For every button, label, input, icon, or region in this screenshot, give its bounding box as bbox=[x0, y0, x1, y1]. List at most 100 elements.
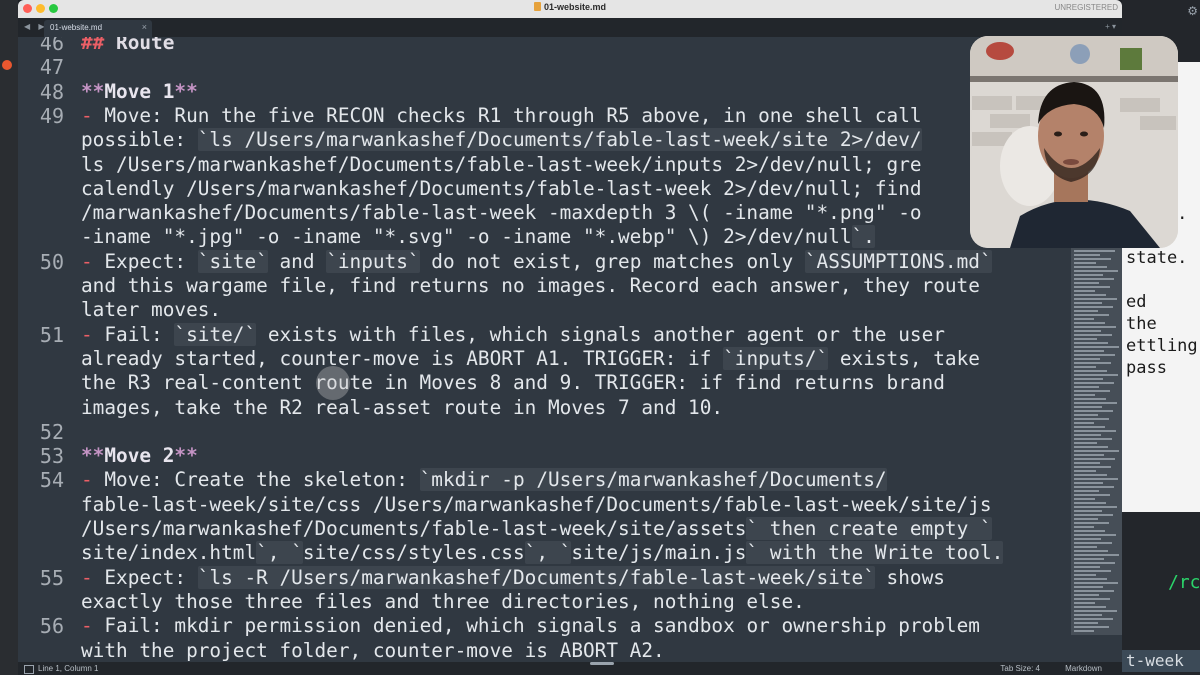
minimap-stripe bbox=[1074, 490, 1099, 492]
minimap-stripe bbox=[1074, 494, 1110, 496]
background-text-fragment: state. bbox=[1126, 248, 1188, 268]
cursor-position[interactable]: Line 1, Column 1 bbox=[38, 664, 98, 673]
terminal-path-fragment: /rc bbox=[1168, 572, 1200, 593]
minimap-stripe bbox=[1074, 434, 1101, 436]
record-indicator-icon bbox=[2, 60, 12, 70]
minimap-stripe bbox=[1074, 334, 1112, 336]
line-number: 50 bbox=[39, 249, 64, 274]
window-title-text: 01-website.md bbox=[543, 2, 607, 12]
minimap-stripe bbox=[1074, 362, 1111, 364]
minimap-stripe bbox=[1074, 610, 1117, 612]
tab-tools-icon[interactable]: + ▾ bbox=[1105, 22, 1116, 31]
minimap-stripe bbox=[1074, 262, 1096, 264]
minimap-stripe bbox=[1074, 622, 1098, 624]
minimap-stripe bbox=[1074, 430, 1116, 432]
line-text: fable-last-week/site/css /Users/marwanka… bbox=[81, 492, 992, 516]
minimap-stripe bbox=[1074, 438, 1112, 440]
minimap-stripe bbox=[1074, 306, 1113, 308]
minimap-stripe bbox=[1074, 382, 1114, 384]
line-number: 54 bbox=[39, 468, 64, 493]
minimap-stripe bbox=[1074, 394, 1095, 396]
background-text-fragment: pass bbox=[1126, 358, 1167, 378]
minimap-stripe bbox=[1074, 370, 1107, 372]
minimap-stripe bbox=[1074, 366, 1096, 368]
line-text: - Expect: `ls -R /Users/marwankashef/Doc… bbox=[81, 565, 945, 589]
minimap-stripe bbox=[1074, 266, 1107, 268]
minimap-stripe bbox=[1074, 426, 1105, 428]
minimap-stripe bbox=[1074, 450, 1119, 452]
minimap-stripe bbox=[1074, 270, 1118, 272]
line-number: 48 bbox=[39, 79, 64, 104]
minimap-stripe bbox=[1074, 358, 1100, 360]
minimap-stripe bbox=[1074, 534, 1116, 536]
minimap-stripe bbox=[1074, 254, 1100, 256]
sidebar-toggle-icon[interactable] bbox=[24, 665, 34, 674]
minimap-stripe bbox=[1074, 338, 1097, 340]
line-number: 49 bbox=[39, 103, 64, 128]
mouse-cursor-highlight bbox=[316, 366, 350, 400]
minimap-stripe bbox=[1074, 506, 1117, 508]
background-text-fragment: ed bbox=[1126, 292, 1147, 312]
minimap-stripe bbox=[1074, 542, 1112, 544]
minimap-stripe bbox=[1074, 566, 1100, 568]
tab-01-website-md[interactable]: 01-website.md × bbox=[44, 20, 152, 37]
minimap-stripe bbox=[1074, 602, 1095, 604]
minimap-stripe bbox=[1074, 630, 1094, 632]
line-number: 55 bbox=[39, 565, 64, 590]
line-text: ls /Users/marwankashef/Documents/fable-l… bbox=[81, 152, 922, 176]
minimap-stripe bbox=[1074, 618, 1113, 620]
minimap-stripe bbox=[1074, 474, 1107, 476]
minimap-stripe bbox=[1074, 470, 1096, 472]
minimap-stripe bbox=[1074, 414, 1098, 416]
minimap-stripe bbox=[1074, 530, 1105, 532]
line-text: already started, counter-move is ABORT A… bbox=[81, 346, 980, 370]
minimap-stripe bbox=[1074, 502, 1106, 504]
tab-close-icon[interactable]: × bbox=[142, 22, 147, 32]
minimap-stripe bbox=[1074, 402, 1117, 404]
minimap-stripe bbox=[1074, 582, 1118, 584]
editor-text-area[interactable]: 46 ## Route 47 48 **Move 1** 49 - Move: Run th… bbox=[18, 37, 1122, 662]
minimap-stripe bbox=[1074, 298, 1117, 300]
syntax-selector[interactable]: Markdown bbox=[1065, 664, 1102, 673]
minimap-stripe bbox=[1074, 386, 1099, 388]
minimap-stripe bbox=[1074, 514, 1113, 516]
minimap-stripe bbox=[1074, 390, 1110, 392]
minimap-stripe bbox=[1074, 570, 1111, 572]
minimap-stripe bbox=[1074, 354, 1115, 356]
minimap-stripe bbox=[1074, 258, 1111, 260]
minimap[interactable] bbox=[1071, 210, 1122, 635]
line-number: 52 bbox=[39, 419, 64, 444]
line-text: with the project folder, counter-move is… bbox=[81, 638, 665, 662]
line-text: - Move: Create the skeleton: `mkdir -p /… bbox=[81, 468, 887, 492]
status-bar: Line 1, Column 1 Tab Size: 4 Markdown bbox=[18, 662, 1122, 675]
minimap-stripe bbox=[1074, 478, 1118, 480]
minimap-stripe bbox=[1074, 454, 1104, 456]
line-number: 46 bbox=[39, 37, 64, 55]
line-text: - Fail: `site/` exists with files, which… bbox=[81, 322, 945, 346]
terminal-branch-fragment: t-week bbox=[1122, 650, 1200, 672]
sublime-text-window: 01-website.md UNREGISTERED ◀ ▶ 01-websit… bbox=[18, 0, 1122, 675]
minimap-stripe bbox=[1074, 398, 1106, 400]
line-text: exactly those three files and three dire… bbox=[81, 589, 805, 613]
minimap-stripe bbox=[1074, 538, 1101, 540]
tab-size-selector[interactable]: Tab Size: 4 bbox=[1000, 664, 1040, 673]
minimap-stripe bbox=[1074, 590, 1114, 592]
minimap-stripe bbox=[1074, 554, 1119, 556]
background-app-left-edge bbox=[0, 0, 18, 675]
line-text: - Expect: `site` and `inputs` do not exi… bbox=[81, 249, 992, 273]
minimap-stripe bbox=[1074, 350, 1104, 352]
minimap-stripe bbox=[1074, 586, 1103, 588]
minimap-stripe bbox=[1074, 418, 1109, 420]
line-number: 56 bbox=[39, 614, 64, 639]
line-text: /marwankashef/Documents/fable-last-week … bbox=[81, 201, 922, 225]
minimap-stripe bbox=[1074, 518, 1098, 520]
minimap-stripe bbox=[1074, 290, 1095, 292]
line-number: 51 bbox=[39, 322, 64, 347]
minimap-stripe bbox=[1074, 346, 1119, 348]
minimap-stripe bbox=[1074, 626, 1109, 628]
minimap-stripe bbox=[1074, 378, 1103, 380]
line-text: site/index.html`, `site/css/styles.css`,… bbox=[81, 541, 1004, 565]
panel-resize-handle[interactable] bbox=[590, 662, 614, 665]
minimap-stripe bbox=[1074, 294, 1106, 296]
presenter-video-illustration bbox=[970, 36, 1178, 248]
